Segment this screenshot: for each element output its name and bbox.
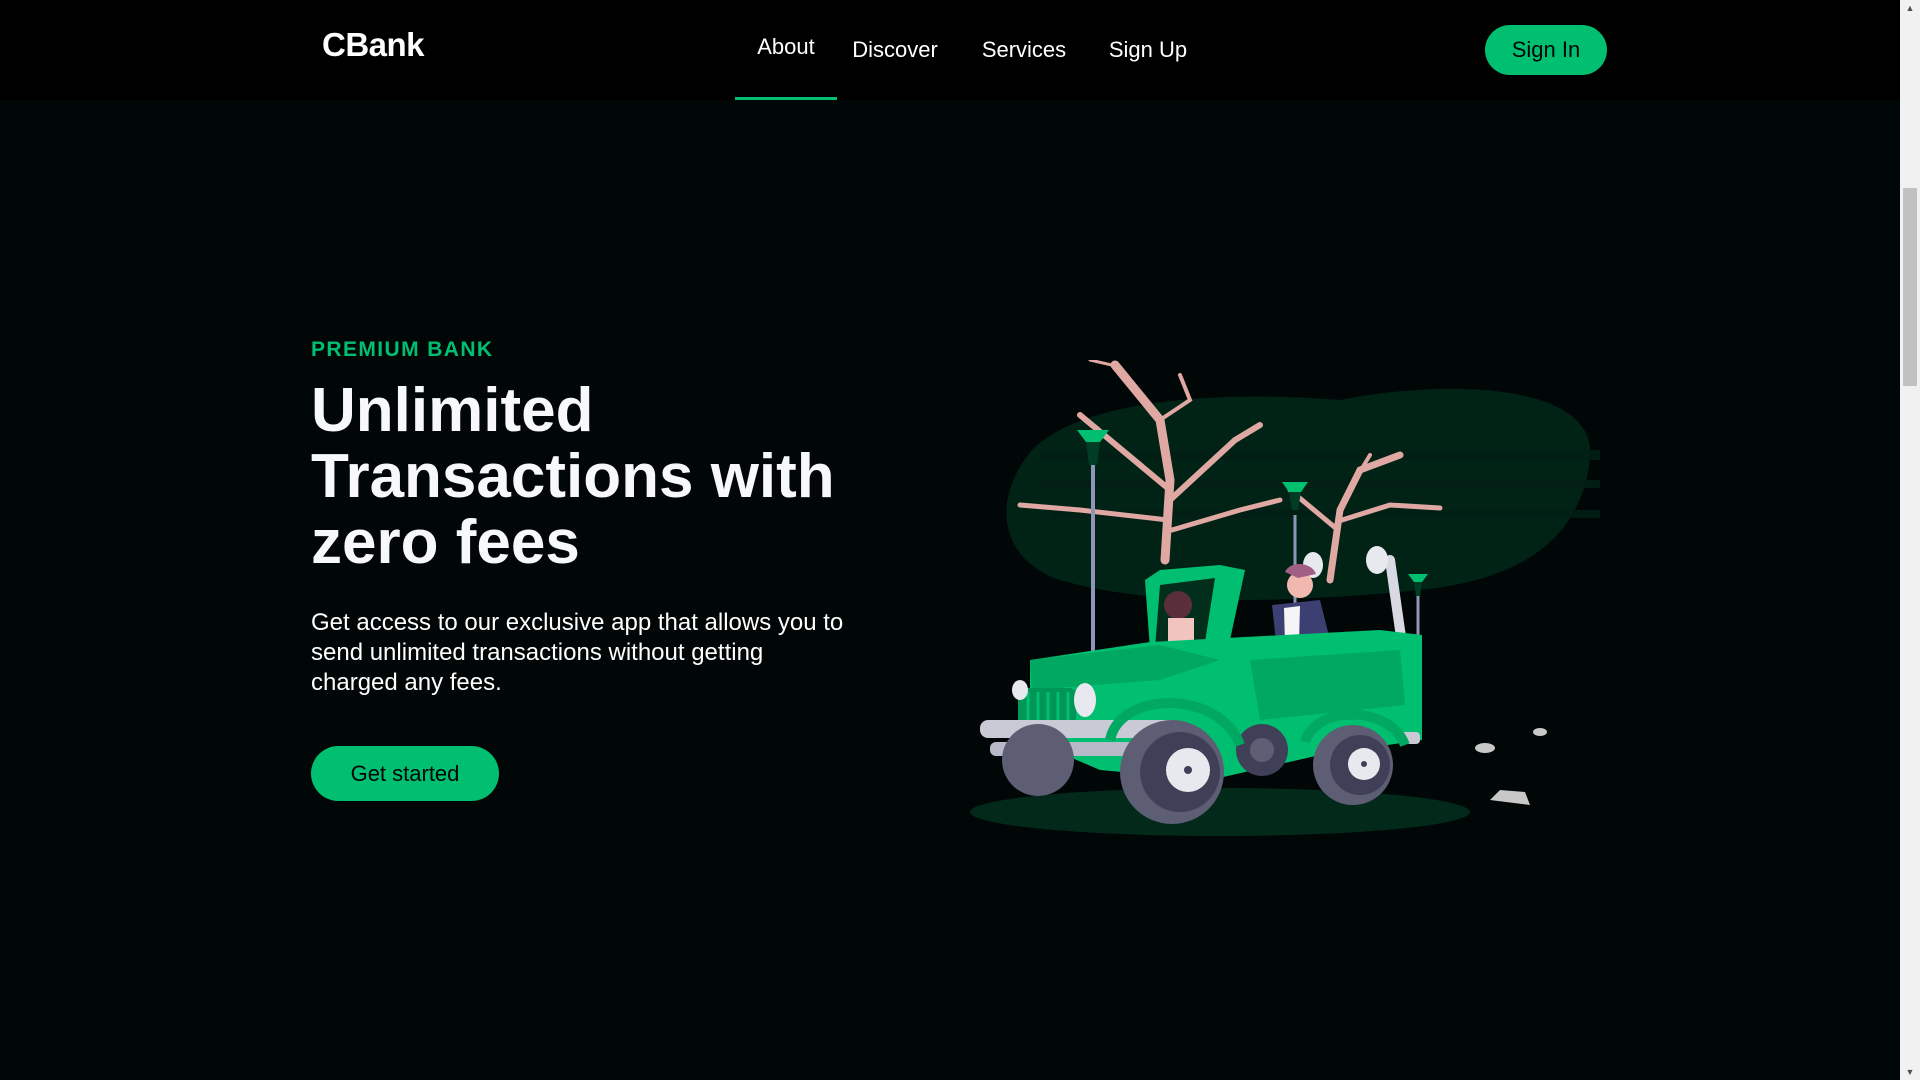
nav-item-label: Discover xyxy=(852,37,938,62)
sign-in-button[interactable]: Sign In xyxy=(1485,25,1607,75)
hero-text: PREMIUM BANK Unlimited Transactions with… xyxy=(311,338,931,698)
get-started-button[interactable]: Get started xyxy=(311,746,499,801)
scroll-thumb[interactable] xyxy=(1903,188,1917,386)
nav-item-discover[interactable]: Discover xyxy=(850,0,940,100)
car-drive-illustration xyxy=(970,360,1600,836)
nav-item-label: Services xyxy=(981,37,1067,62)
nav-item-label: About xyxy=(757,33,815,59)
nav-item-services[interactable]: Services xyxy=(980,0,1068,100)
nav-item-label: Sign Up xyxy=(1108,37,1188,62)
hero-heading: Unlimited Transactions with zero fees xyxy=(311,376,835,577)
hero-subtitle: Get access to our exclusive app that all… xyxy=(311,609,844,696)
scroll-up-arrow-icon[interactable]: ▲ xyxy=(1900,0,1920,16)
scrollbar[interactable]: ▲ ▼ xyxy=(1900,0,1920,1080)
navbar: CBank About Discover Services Sign Up Si… xyxy=(0,0,1900,100)
nav-item-sign-up[interactable]: Sign Up xyxy=(1103,0,1193,100)
scroll-down-arrow-icon[interactable]: ▼ xyxy=(1900,1064,1920,1080)
nav-item-about[interactable]: About xyxy=(735,0,837,100)
logo[interactable]: CBank xyxy=(322,26,425,64)
hero-topline: PREMIUM BANK xyxy=(311,338,494,361)
